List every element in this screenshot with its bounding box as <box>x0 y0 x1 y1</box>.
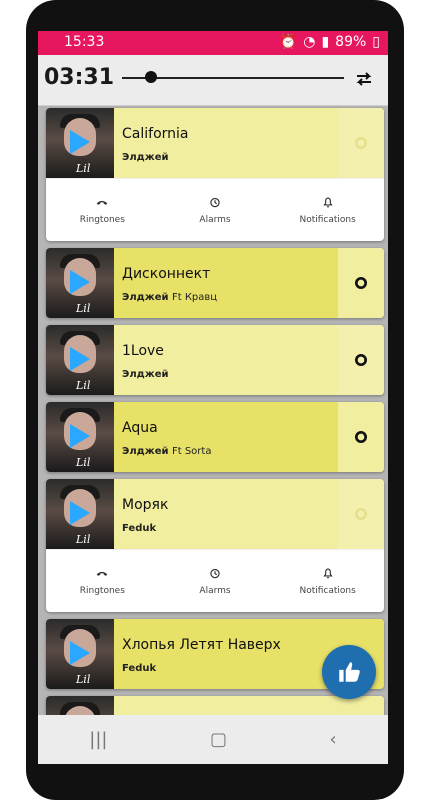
system-nav-bar: ||| ▢ ‹ <box>38 715 388 764</box>
song-artist: Элджей Ft Кравц <box>122 292 218 303</box>
signal-icon: ▮ <box>321 34 330 50</box>
play-icon[interactable] <box>70 501 90 525</box>
alarm-icon <box>210 568 220 579</box>
song-list[interactable]: Lil California Элджей Ringtones Alarms N… <box>38 105 388 715</box>
elapsed-time: 03:31 <box>44 65 115 90</box>
song-row[interactable] <box>46 696 384 715</box>
song-title: Хлопья Летят Наверх <box>122 637 281 653</box>
song-card[interactable]: Lil Дисконнект Элджей Ft Кравц <box>46 248 384 318</box>
status-bar: 15:33 ⏰ ◔ ▮ 89% ▯ <box>38 31 388 55</box>
alarm-icon: ⏰ <box>279 34 298 50</box>
back-icon[interactable]: ‹ <box>330 729 337 750</box>
song-row[interactable]: Lil Дисконнект Элджей Ft Кравц <box>46 248 384 318</box>
play-icon[interactable] <box>70 347 90 371</box>
notifications-button[interactable]: Notifications <box>271 179 384 241</box>
gear-icon <box>355 277 367 289</box>
song-title: Моряк <box>122 497 169 513</box>
song-card[interactable]: Lil 1Love Элджей <box>46 325 384 395</box>
settings-button[interactable] <box>338 479 384 549</box>
song-title: 1Love <box>122 343 164 359</box>
song-row[interactable]: Lil California Элджей <box>46 108 384 178</box>
bell-icon <box>323 197 333 208</box>
bell-icon <box>323 568 333 579</box>
phone-icon <box>97 200 108 205</box>
song-card[interactable]: Lil Моряк Feduk Ringtones Alarms Notific… <box>46 479 384 612</box>
album-art[interactable]: Lil <box>46 402 114 472</box>
album-art[interactable]: Lil <box>46 325 114 395</box>
song-info: Моряк Feduk <box>114 479 338 549</box>
gear-icon <box>355 354 367 366</box>
song-info: 1Love Элджей <box>114 325 338 395</box>
album-art[interactable]: Lil <box>46 108 114 178</box>
song-artist: Элджей <box>122 152 169 163</box>
song-card[interactable] <box>46 696 384 715</box>
gear-icon <box>355 431 367 443</box>
alarm-icon <box>210 197 220 208</box>
song-artist: Feduk <box>122 663 157 674</box>
play-icon[interactable] <box>70 641 90 665</box>
song-row[interactable]: Lil Aqua Элджей Ft Sorta <box>46 402 384 472</box>
phone-icon <box>97 571 108 576</box>
settings-button[interactable] <box>338 248 384 318</box>
wifi-icon: ◔ <box>303 34 316 50</box>
song-info: California Элджей <box>114 108 338 178</box>
song-row[interactable]: Lil 1Love Элджей <box>46 325 384 395</box>
song-info: Aqua Элджей Ft Sorta <box>114 402 338 472</box>
gear-icon <box>355 508 367 520</box>
song-title: Дисконнект <box>122 266 211 282</box>
play-icon[interactable] <box>70 270 90 294</box>
play-icon[interactable] <box>70 130 90 154</box>
song-card[interactable]: Lil Aqua Элджей Ft Sorta <box>46 402 384 472</box>
song-artist: Feduk <box>122 523 157 534</box>
action-bar: Ringtones Alarms Notifications <box>46 549 384 612</box>
recents-icon[interactable]: ||| <box>89 729 107 750</box>
song-row[interactable]: Lil Моряк Feduk <box>46 479 384 549</box>
album-art[interactable]: Lil <box>46 248 114 318</box>
alarms-button[interactable]: Alarms <box>159 550 272 612</box>
battery-percent: 89% <box>335 34 367 50</box>
gear-icon <box>355 137 367 149</box>
settings-button[interactable] <box>338 108 384 178</box>
song-info <box>114 696 384 715</box>
notifications-button[interactable]: Notifications <box>271 550 384 612</box>
status-time: 15:33 <box>64 34 105 50</box>
alarms-button[interactable]: Alarms <box>159 179 272 241</box>
song-artist: Элджей <box>122 369 169 380</box>
player-toolbar: 03:31 <box>38 55 388 106</box>
ringtones-button[interactable]: Ringtones <box>46 179 159 241</box>
album-art[interactable]: Lil <box>46 479 114 549</box>
like-fab[interactable] <box>322 645 376 699</box>
ringtones-button[interactable]: Ringtones <box>46 550 159 612</box>
app-screen: 15:33 ⏰ ◔ ▮ 89% ▯ 03:31 Lil California Э… <box>38 31 388 764</box>
album-art[interactable] <box>46 696 114 715</box>
song-title: California <box>122 126 189 142</box>
repeat-icon[interactable] <box>352 67 376 91</box>
settings-button[interactable] <box>338 402 384 472</box>
status-icons: ⏰ ◔ ▮ 89% ▯ <box>280 34 380 50</box>
song-info: Дисконнект Элджей Ft Кравц <box>114 248 338 318</box>
thumbs-up-icon <box>339 662 360 682</box>
battery-icon: ▯ <box>372 34 380 50</box>
home-icon[interactable]: ▢ <box>210 729 227 750</box>
settings-button[interactable] <box>338 325 384 395</box>
song-title: Aqua <box>122 420 158 436</box>
album-art[interactable]: Lil <box>46 619 114 689</box>
seek-thumb[interactable] <box>145 71 157 83</box>
play-icon[interactable] <box>70 424 90 448</box>
song-card[interactable]: Lil California Элджей Ringtones Alarms N… <box>46 108 384 241</box>
action-bar: Ringtones Alarms Notifications <box>46 178 384 241</box>
song-artist: Элджей Ft Sorta <box>122 446 212 457</box>
